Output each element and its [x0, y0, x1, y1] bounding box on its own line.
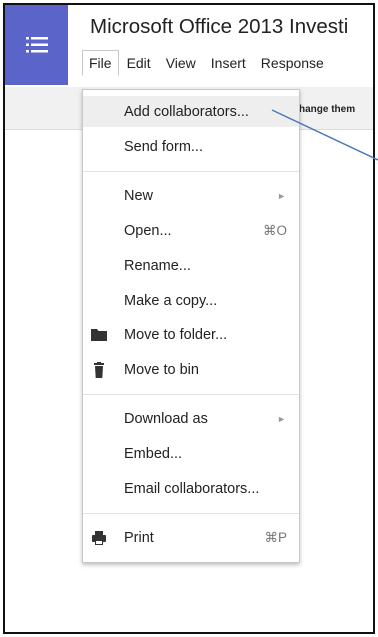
menu-item-rename[interactable]: Rename... — [83, 250, 299, 281]
menu-item-new[interactable]: New ► — [83, 180, 299, 211]
menu-item-label: New — [124, 187, 154, 204]
menu-item-label: Move to folder... — [124, 326, 228, 343]
menu-item-label: Download as — [124, 410, 208, 427]
menu-edit[interactable]: Edit — [120, 50, 158, 76]
menu-item-label: Rename... — [124, 257, 191, 274]
menu-bar: File Edit View Insert Response — [82, 49, 332, 77]
menu-item-open[interactable]: Open... ⌘O — [83, 215, 299, 246]
menu-item-embed[interactable]: Embed... — [83, 438, 299, 469]
window-frame: Microsoft Office 2013 Investi File Edit … — [3, 3, 375, 634]
menu-separator — [83, 171, 299, 172]
menu-file[interactable]: File — [82, 50, 119, 76]
menu-item-shortcut: ⌘P — [264, 529, 287, 545]
menu-item-label: Send form... — [124, 138, 203, 155]
menu-separator — [83, 394, 299, 395]
menu-item-label: Move to bin — [124, 361, 199, 378]
printer-icon — [92, 531, 106, 545]
trash-icon — [94, 362, 104, 378]
menu-separator — [83, 513, 299, 514]
menu-item-move-to-folder[interactable]: Move to folder... — [83, 319, 299, 350]
menu-item-print[interactable]: Print ⌘P — [83, 522, 299, 553]
menu-item-download-as[interactable]: Download as ► — [83, 403, 299, 434]
menu-item-label: Email collaborators... — [124, 480, 260, 497]
list-icon — [25, 37, 48, 53]
menu-item-send-form[interactable]: Send form... — [83, 131, 299, 162]
menu-item-move-to-bin[interactable]: Move to bin — [83, 354, 299, 385]
submenu-arrow-icon: ► — [277, 413, 286, 424]
submenu-arrow-icon: ► — [277, 190, 286, 201]
forms-app-icon[interactable] — [5, 5, 68, 85]
menu-item-label: Print — [124, 529, 154, 546]
menu-view[interactable]: View — [159, 50, 203, 76]
menu-item-shortcut: ⌘O — [262, 222, 287, 238]
menu-item-email-collaborators[interactable]: Email collaborators... — [83, 473, 299, 504]
menu-item-label: Embed... — [124, 445, 183, 462]
file-menu-dropdown: Add collaborators... Send form... New ► … — [82, 89, 300, 563]
menu-item-label: Make a copy... — [124, 292, 218, 309]
menu-item-label: Open... — [124, 222, 172, 239]
menu-item-make-copy[interactable]: Make a copy... — [83, 285, 299, 316]
menu-insert[interactable]: Insert — [204, 50, 253, 76]
change-theme-button[interactable]: hange them — [299, 104, 355, 115]
folder-icon — [91, 329, 107, 341]
menu-item-label: Add collaborators... — [124, 103, 249, 120]
menu-item-add-collaborators[interactable]: Add collaborators... — [83, 96, 299, 127]
document-title[interactable]: Microsoft Office 2013 Investi — [90, 15, 348, 39]
menu-responses[interactable]: Response — [254, 50, 331, 76]
